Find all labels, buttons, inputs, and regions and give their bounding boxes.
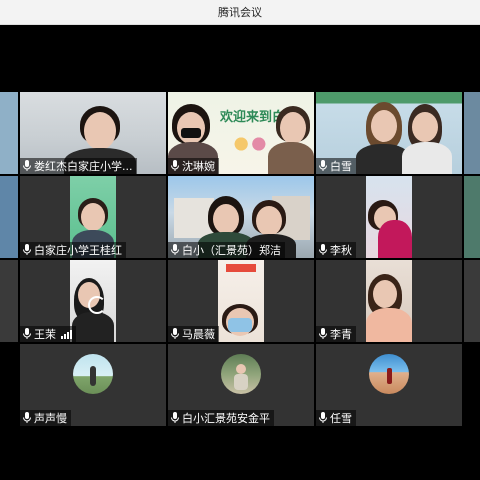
edge-tile-left-3[interactable] xyxy=(0,260,18,342)
participant-name-tag: 李秋 xyxy=(316,242,356,258)
participant-name: 声声慢 xyxy=(34,412,67,425)
participant-name-tag: 马晨薇 xyxy=(168,326,219,342)
edge-tile-right-1[interactable] xyxy=(464,92,480,174)
window-titlebar: 腾讯会议 xyxy=(0,0,480,25)
video-gallery: 娄红杰白家庄小学... 欢迎来到白小 沈琳婉 白雪 白家庄小学王桂红 白小（汇景… xyxy=(0,25,480,480)
microphone-icon xyxy=(23,412,31,423)
participant-name-tag: 白小（汇景苑）郑洁 xyxy=(168,242,285,258)
participant-name: 白小（汇景苑）郑洁 xyxy=(182,244,281,257)
participant-tile-5[interactable]: 白小（汇景苑）郑洁 xyxy=(168,176,314,258)
edge-tile-right-3[interactable] xyxy=(464,260,480,342)
participant-name: 马晨薇 xyxy=(182,328,215,341)
participant-name-tag: 白家庄小学王桂红 xyxy=(20,242,126,258)
participant-name: 李秋 xyxy=(330,244,352,257)
participant-tile-4[interactable]: 白家庄小学王桂红 xyxy=(20,176,166,258)
participant-tile-10[interactable]: 声声慢 xyxy=(20,344,166,426)
participant-name-tag: 王茉 xyxy=(20,326,76,342)
participant-tile-9[interactable]: 李青 xyxy=(316,260,462,342)
participant-name: 王茉 xyxy=(34,328,56,341)
participant-name: 任雪 xyxy=(330,412,352,425)
participant-name-tag: 声声慢 xyxy=(20,410,71,426)
microphone-icon xyxy=(319,244,327,255)
microphone-icon xyxy=(319,328,327,339)
microphone-icon xyxy=(23,244,31,255)
avatar xyxy=(369,354,409,394)
microphone-icon xyxy=(171,244,179,255)
participant-tile-7[interactable]: 王茉 xyxy=(20,260,166,342)
microphone-icon xyxy=(171,160,179,171)
participant-name: 白小汇景苑安金平 xyxy=(182,412,270,425)
participant-tile-1[interactable]: 娄红杰白家庄小学... xyxy=(20,92,166,174)
participant-name: 白家庄小学王桂红 xyxy=(34,244,122,257)
edge-tile-right-2[interactable] xyxy=(464,176,480,258)
participant-name: 娄红杰白家庄小学... xyxy=(34,160,133,173)
participant-tile-6[interactable]: 李秋 xyxy=(316,176,462,258)
participant-name-tag: 娄红杰白家庄小学... xyxy=(20,158,137,174)
participant-tile-8[interactable]: 马晨薇 xyxy=(168,260,314,342)
signal-strength-icon xyxy=(61,329,72,339)
avatar xyxy=(73,354,113,394)
edge-tile-left-1[interactable] xyxy=(0,92,18,174)
microphone-icon xyxy=(23,328,31,339)
participant-name-tag: 李青 xyxy=(316,326,356,342)
microphone-icon xyxy=(319,412,327,423)
participant-name-tag: 白小汇景苑安金平 xyxy=(168,410,274,426)
avatar xyxy=(221,354,261,394)
participant-name: 李青 xyxy=(330,328,352,341)
window-title: 腾讯会议 xyxy=(218,6,262,19)
microphone-icon xyxy=(171,328,179,339)
microphone-icon xyxy=(319,160,327,171)
microphone-icon xyxy=(171,412,179,423)
edge-tile-left-2[interactable] xyxy=(0,176,18,258)
participant-name-tag: 任雪 xyxy=(316,410,356,426)
participant-name: 白雪 xyxy=(330,160,352,173)
participant-tile-11[interactable]: 白小汇景苑安金平 xyxy=(168,344,314,426)
participant-tile-12[interactable]: 任雪 xyxy=(316,344,462,426)
participant-name-tag: 白雪 xyxy=(316,158,356,174)
participant-tile-3[interactable]: 白雪 xyxy=(316,92,462,174)
participant-tile-2[interactable]: 欢迎来到白小 沈琳婉 xyxy=(168,92,314,174)
participant-name-tag: 沈琳婉 xyxy=(168,158,219,174)
participant-name: 沈琳婉 xyxy=(182,160,215,173)
microphone-icon xyxy=(23,160,31,171)
